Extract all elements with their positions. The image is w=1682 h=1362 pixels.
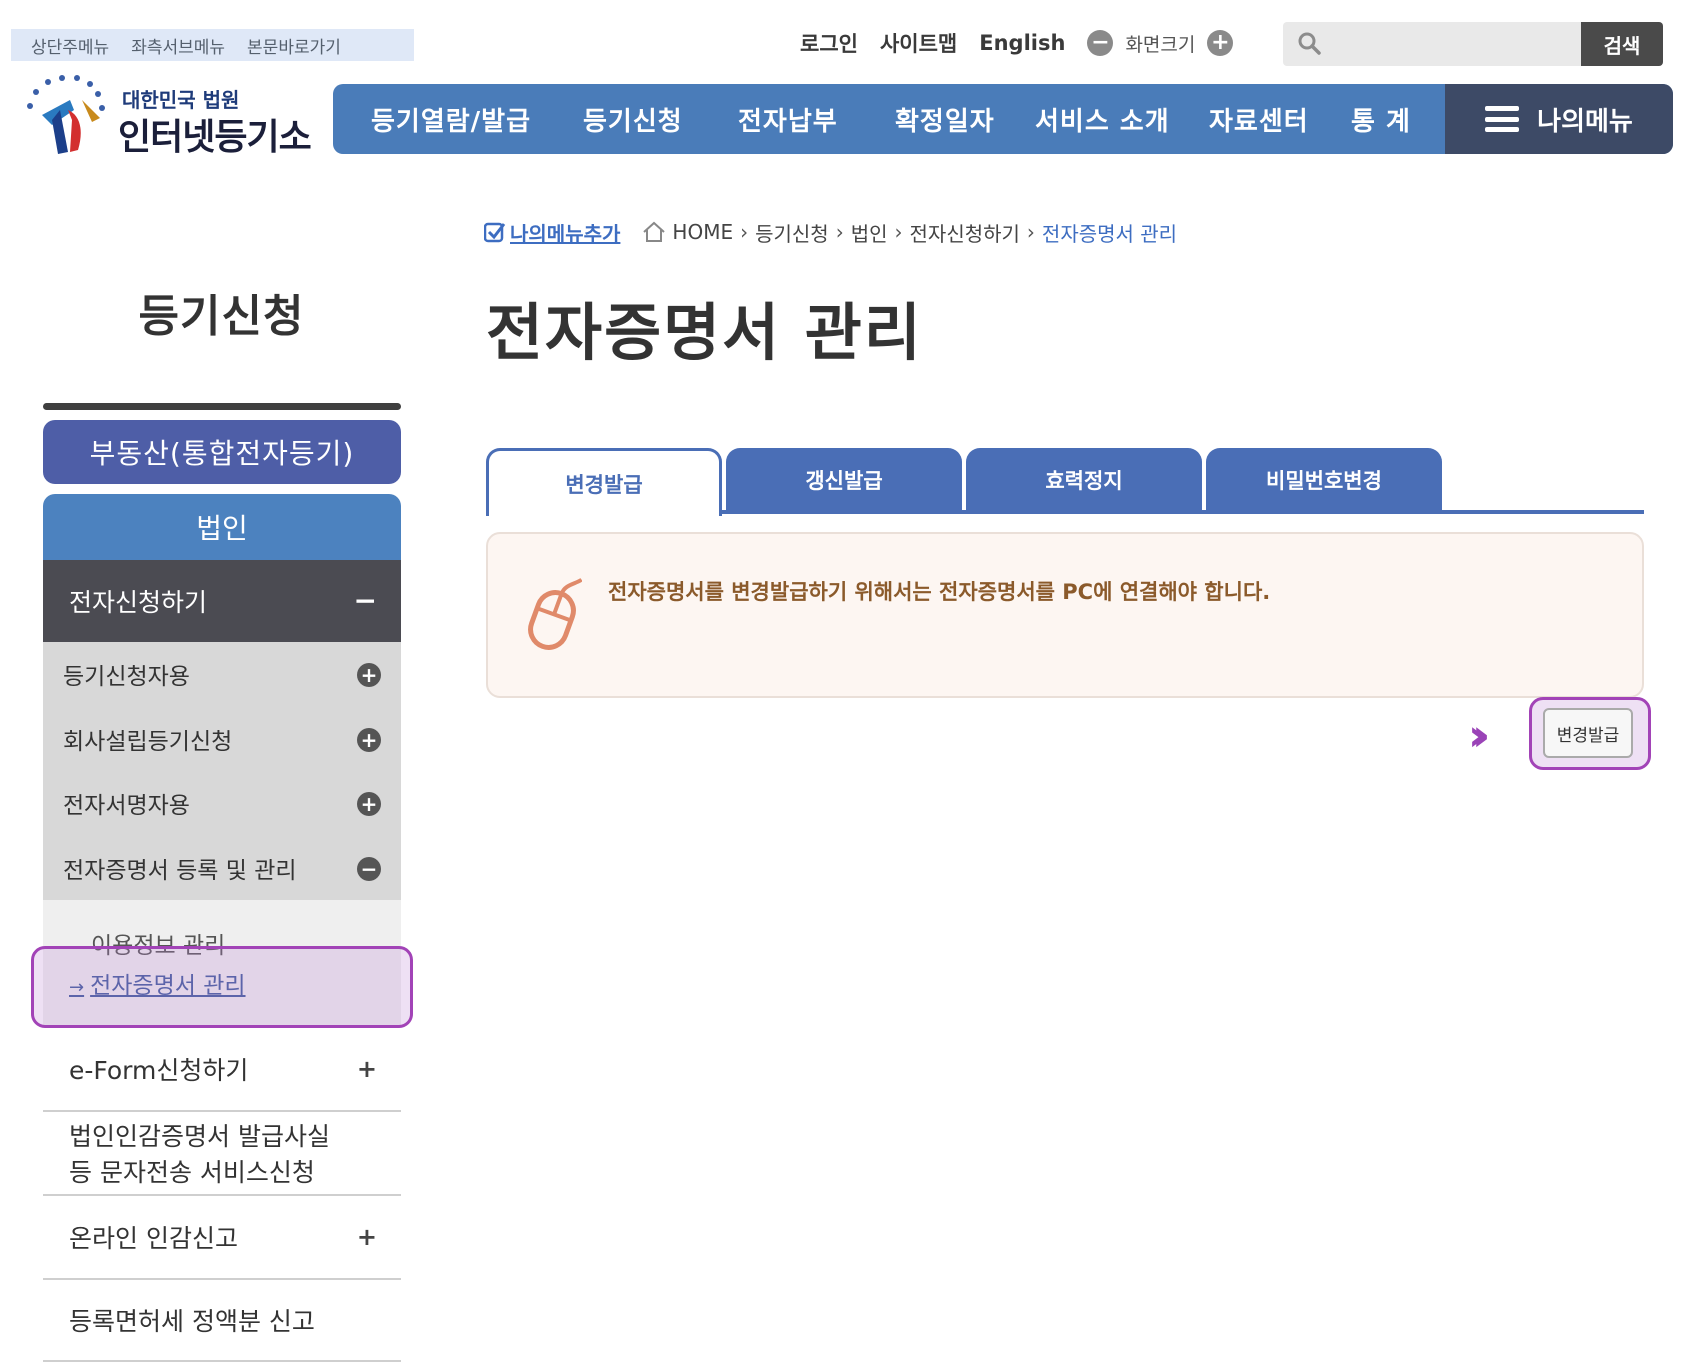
side-title: 등기신청 [138,291,305,342]
zoom-label: 화면크기 [1125,33,1196,56]
side-item-online-seal[interactable]: 온라인 인감신고 + [43,1196,401,1280]
login-link[interactable]: 로그인 [800,28,858,58]
side-corp-button[interactable]: 법인 [43,494,401,560]
skip-link-left-submenu[interactable]: 좌측서브메뉴 [131,33,225,58]
side-sub-item-company-setup[interactable]: 회사설립등기신청 + [43,707,401,772]
minus-circle-icon: − [357,856,381,881]
gnb-item-view-issue[interactable]: 등기열람/발급 [371,101,531,138]
gnb-item-e-payment[interactable]: 전자납부 [738,101,838,138]
global-nav: 등기열람/발급 등기신청 전자납부 확정일자 서비스 소개 자료센터 통 계 나… [333,84,1673,154]
plus-icon: + [356,1055,377,1083]
logo-title: 인터넷등기소 [118,117,312,158]
side-sub-item-label: 회사설립등기신청 [63,728,233,755]
plus-circle-icon: + [357,792,381,816]
side-item-registration-tax[interactable]: 등록면허세 정액분 신고 [43,1280,401,1362]
breadcrumb-corp[interactable]: 법인 [851,218,888,247]
side-sub-item-applicant[interactable]: 등기신청자용 + [43,642,401,707]
hamburger-icon [1485,106,1520,132]
zoom-in-icon[interactable]: + [1207,30,1234,56]
side-item-label: 온라인 인감신고 [69,1224,238,1253]
sitemap-link[interactable]: 사이트맵 [880,28,957,58]
english-link[interactable]: English [979,31,1065,55]
side-item-label: 등록면허세 정액분 신고 [69,1307,315,1336]
home-icon [643,221,666,242]
highlight-box-side [31,946,413,1028]
search-icon [1298,32,1321,55]
mouse-icon [528,577,582,650]
breadcrumb-e-apply[interactable]: 전자신청하기 [910,218,1020,247]
plus-circle-icon: + [357,727,381,752]
plus-icon: + [356,1223,377,1251]
notice-text: 전자증명서를 변경발급하기 위해서는 전자증명서를 PC에 연결해야 합니다. [608,580,1271,604]
side-sub-list: 등기신청자용 + 회사설립등기신청 + 전자서명자용 + 전자증명서 등록 및 … [43,642,401,900]
change-issue-button[interactable]: 변경발급 [1543,708,1633,758]
side-item-sms-service[interactable]: 법인인감증명서 발급사실 등 문자전송 서비스신청 [43,1112,401,1196]
gnb-item-apply[interactable]: 등기신청 [583,101,683,138]
skip-link-main-menu[interactable]: 상단주메뉴 [31,33,109,58]
collapse-icon: − [353,584,377,617]
plus-circle-icon: + [357,663,381,687]
skip-link-content[interactable]: 본문바로가기 [247,33,341,58]
side-item-label: 등 문자전송 서비스신청 [69,1158,315,1187]
breadcrumb-current: 전자증명서 관리 [1041,221,1178,246]
side-item-eform[interactable]: e-Form신청하기 + [43,1028,401,1112]
side-item-label: 법인인감증명서 발급사실 [69,1122,330,1151]
zoom-out-icon[interactable]: − [1087,30,1114,56]
tab-change-issue[interactable]: 변경발급 [486,448,722,516]
gnb-item-fixed-date[interactable]: 확정일자 [895,101,995,138]
checkbox-icon [484,222,506,243]
tab-renew-issue[interactable]: 갱신발급 [726,448,962,512]
side-sub-item-signer[interactable]: 전자서명자용 + [43,771,401,836]
site-logo[interactable]: 대한민국 법원 인터넷등기소 [22,70,312,160]
gnb-item-statistics[interactable]: 통 계 [1351,101,1411,138]
side-item-label: e-Form신청하기 [69,1056,249,1085]
breadcrumb-apply[interactable]: 등기신청 [755,218,829,247]
side-section-e-apply[interactable]: 전자신청하기 − [43,560,401,642]
gnb-item-service-intro[interactable]: 서비스 소개 [1035,101,1170,138]
page-title: 전자증명서 관리 [486,296,923,369]
my-menu-button[interactable]: 나의메뉴 [1445,84,1673,154]
search-button[interactable]: 검색 [1581,22,1663,66]
side-sub-item-label: 등기신청자용 [63,664,190,691]
notice-box: 전자증명서를 변경발급하기 위해서는 전자증명서를 PC에 연결해야 합니다. [486,532,1644,698]
my-menu-label: 나의메뉴 [1537,106,1633,137]
gnb-item-resource-center[interactable]: 자료센터 [1209,101,1309,138]
breadcrumb-home[interactable]: HOME [672,220,733,244]
court-emblem-icon [27,75,105,154]
double-chevron-right-icon: ›› [1468,710,1491,761]
skip-links: 상단주메뉴 좌측서브메뉴 본문바로가기 [11,29,414,61]
side-sub-item-cert-manage[interactable]: 전자증명서 등록 및 관리 − [43,836,401,901]
side-section-label: 전자신청하기 [69,588,208,617]
search-input[interactable] [1331,28,1556,60]
tab-suspend[interactable]: 효력정지 [966,448,1202,512]
tab-change-password[interactable]: 비밀번호변경 [1206,448,1442,512]
side-sub-item-label: 전자서명자용 [63,793,190,820]
utility-bar: 로그인 사이트맵 English − 화면크기 + [800,26,1234,60]
add-my-menu-link[interactable]: 나의메뉴추가 [484,218,620,247]
side-divider [43,403,401,410]
side-sub-item-label: 전자증명서 등록 및 관리 [63,857,297,884]
side-real-estate-button[interactable]: 부동산(통합전자등기) [43,420,401,484]
breadcrumb: 나의메뉴추가 HOME › 등기신청 › 법인 › 전자신청하기 › 전자증명서… [484,217,1177,247]
tab-bar: 변경발급 갱신발급 효력정지 비밀번호변경 [486,448,1644,516]
add-my-menu-label: 나의메뉴추가 [510,221,621,246]
